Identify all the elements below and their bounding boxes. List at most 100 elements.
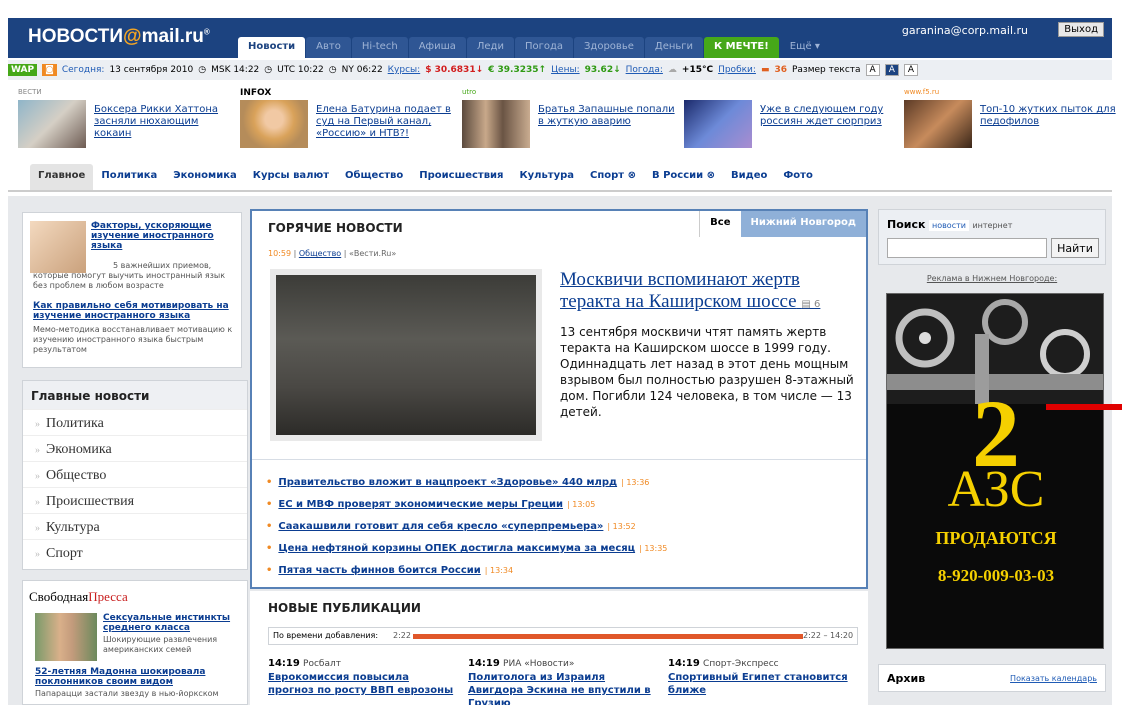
publication[interactable]: 14:19 Росбалт Еврокомиссия повысила прогн… [268, 657, 458, 697]
press-image [35, 613, 97, 661]
hot-item[interactable]: • Пятая часть финнов боится России | 13:34 [266, 565, 513, 576]
tab-more[interactable]: Ещё ▾ [780, 37, 830, 58]
eur-rate: € 39.3235↑ [488, 65, 547, 75]
bullet-icon: » [35, 549, 40, 560]
main-news-item[interactable]: » Экономика [23, 435, 247, 461]
rubric-culture[interactable]: Культура [511, 164, 582, 190]
hot-news-tabs: Все Нижний Новгород [699, 211, 866, 237]
teaser-image [18, 100, 86, 148]
tab-money[interactable]: Деньги [644, 37, 704, 58]
main-news-item[interactable]: » Культура [23, 513, 247, 539]
hot-item[interactable]: • ЕС и МВФ проверят экономические меры Гр… [266, 499, 595, 510]
tab-health[interactable]: Здоровье [574, 37, 644, 58]
prices-link[interactable]: Цены: [551, 65, 580, 75]
range-label: 2:22 – 14:20 [803, 631, 854, 640]
press-logo-part: Свободная [29, 589, 89, 604]
wap-button[interactable]: WAP [8, 64, 38, 76]
search-option-news[interactable]: новости [928, 220, 969, 231]
text-size-medium[interactable]: A [884, 64, 899, 76]
ad-label[interactable]: Реклама в Нижнем Новгороде: [878, 274, 1106, 283]
ad-link[interactable]: Как правильно себя мотивировать на изуче… [33, 301, 238, 321]
rubric-main[interactable]: Главное [30, 164, 94, 190]
hot-headline[interactable]: Москвичи вспоминают жертв теракта на Каш… [560, 269, 850, 316]
hot-item[interactable]: • Цена нефтяной корзины ОПЕК достигла мак… [266, 543, 667, 554]
hot-source: «Вести.Ru» [348, 249, 397, 258]
tab-auto[interactable]: Авто [306, 37, 351, 58]
rubric-politics[interactable]: Политика [93, 164, 165, 190]
rubric-rates[interactable]: Курсы валют [245, 164, 337, 190]
logout-button[interactable]: Выход [1058, 22, 1104, 37]
hot-item[interactable]: • Саакашвили готовит для себя кресло «суп… [266, 521, 636, 532]
tab-dream[interactable]: К МЕЧТЕ! [704, 37, 779, 58]
rates-link[interactable]: Курсы: [388, 65, 421, 75]
search-input[interactable] [887, 238, 1047, 258]
press-link[interactable]: Сексуальные инстинкты среднего класса [103, 613, 243, 633]
hot-item-link[interactable]: Саакашвили готовит для себя кресло «супе… [278, 521, 603, 532]
hot-item-link[interactable]: Правительство вложит в нацпроект «Здоров… [278, 477, 617, 488]
tab-weather[interactable]: Погода [514, 37, 574, 58]
pub-source: РИА «Новости» [503, 659, 575, 669]
pub-link[interactable]: Спортивный Египет становится ближе [668, 671, 858, 697]
rss-icon[interactable]: ◙ [42, 64, 57, 76]
teaser[interactable]: www.f5.ru Топ-10 жутких пыток для педофи… [904, 88, 1122, 154]
hot-item-link[interactable]: Пятая часть финнов боится России [278, 565, 480, 576]
hot-item-time: | 13:05 [566, 500, 596, 509]
tab-region[interactable]: Нижний Новгород [740, 211, 866, 237]
publication[interactable]: 14:19 Спорт-Экспресс Спортивный Египет ст… [668, 657, 858, 697]
ad-link[interactable]: Факторы, ускоряющие изучение иностранног… [91, 221, 219, 251]
hot-item-link[interactable]: Цена нефтяной корзины ОПЕК достигла макс… [278, 543, 635, 554]
rubric-society[interactable]: Общество [337, 164, 411, 190]
logo[interactable]: НОВОСТИ@mail.ru® [28, 26, 210, 48]
traffic-link[interactable]: Пробки: [718, 65, 756, 75]
press-link[interactable]: 52-летняя Мадонна шокировала поклонников… [35, 667, 245, 687]
red-marker [1046, 404, 1122, 410]
azs-banner[interactable]: 2 АЗС ПРОДАЮТСЯ 8-920-009-03-03 [886, 293, 1104, 649]
teaser-link[interactable]: Елена Батурина подает в суд на Первый ка… [316, 104, 456, 140]
tab-lady[interactable]: Леди [466, 37, 514, 58]
text-size-small[interactable]: A [865, 64, 880, 76]
main-news-item[interactable]: » Политика [23, 409, 247, 435]
text-size-large[interactable]: A [903, 64, 919, 76]
teaser[interactable]: ВЕСТИ Боксера Рикки Хаттона засняли нюха… [18, 88, 238, 154]
publication[interactable]: 14:19 РИА «Новости» Политолога из Израиля… [468, 657, 658, 705]
rubric-russia[interactable]: В России ⊗ [644, 164, 723, 190]
time-msk: MSK 14:22 [211, 65, 260, 75]
main-news-item[interactable]: » Спорт [23, 539, 247, 565]
rubric-video[interactable]: Видео [723, 164, 775, 190]
tab-afisha[interactable]: Афиша [408, 37, 466, 58]
rubric-incidents[interactable]: Происшествия [411, 164, 511, 190]
rubric-sport[interactable]: Спорт ⊗ [582, 164, 644, 190]
hot-item[interactable]: • Правительство вложит в нацпроект «Здоро… [266, 477, 649, 488]
search-option-web[interactable]: интернет [972, 221, 1012, 230]
time-text: 13:05 [572, 500, 596, 509]
weather-link[interactable]: Погода: [626, 65, 663, 75]
time-slider[interactable] [413, 634, 803, 639]
search-button[interactable]: Найти [1051, 238, 1099, 258]
teaser-link[interactable]: Уже в следующем году россиян ждет сюрпри… [760, 104, 900, 128]
tab-hitech[interactable]: Hi-tech [351, 37, 408, 58]
rubric-economy[interactable]: Экономика [165, 164, 245, 190]
hot-item-link[interactable]: ЕС и МВФ проверят экономические меры Гре… [278, 499, 563, 510]
teaser-link[interactable]: Братья Запашные попали в жуткую аварию [538, 104, 678, 128]
teaser[interactable]: INFOX Елена Батурина подает в суд на Пер… [240, 88, 460, 154]
main-news-item[interactable]: » Общество [23, 461, 247, 487]
teaser[interactable]: utro Братья Запашные попали в жуткую ава… [462, 88, 682, 154]
main-news-item[interactable]: » Происшествия [23, 487, 247, 513]
teaser-link[interactable]: Боксера Рикки Хаттона засняли нюхающим к… [94, 104, 234, 140]
rubric-photo[interactable]: Фото [775, 164, 820, 190]
teaser-source: ВЕСТИ [18, 88, 42, 96]
pub-link[interactable]: Политолога из Израиля Авигдора Эскина не… [468, 671, 658, 705]
logo-mark: ® [203, 27, 210, 37]
teaser-image [240, 100, 308, 148]
calendar-link[interactable]: Показать календарь [1010, 674, 1097, 683]
pub-link[interactable]: Еврокомиссия повысила прогноз по росту В… [268, 671, 458, 697]
press-logo[interactable]: СвободнаяПресса [23, 581, 247, 609]
news-photo[interactable] [270, 269, 542, 441]
teaser[interactable]: Уже в следующем году россиян ждет сюрпри… [684, 88, 904, 154]
hot-rubric-link[interactable]: Общество [299, 249, 341, 258]
hot-meta: 10:59 | Общество | «Вести.Ru» [268, 249, 397, 258]
gallery-icon[interactable]: ▤ 6 [801, 299, 820, 310]
tab-news[interactable]: Новости [238, 37, 306, 58]
teaser-link[interactable]: Топ-10 жутких пыток для педофилов [980, 104, 1120, 128]
tab-all[interactable]: Все [699, 211, 741, 237]
